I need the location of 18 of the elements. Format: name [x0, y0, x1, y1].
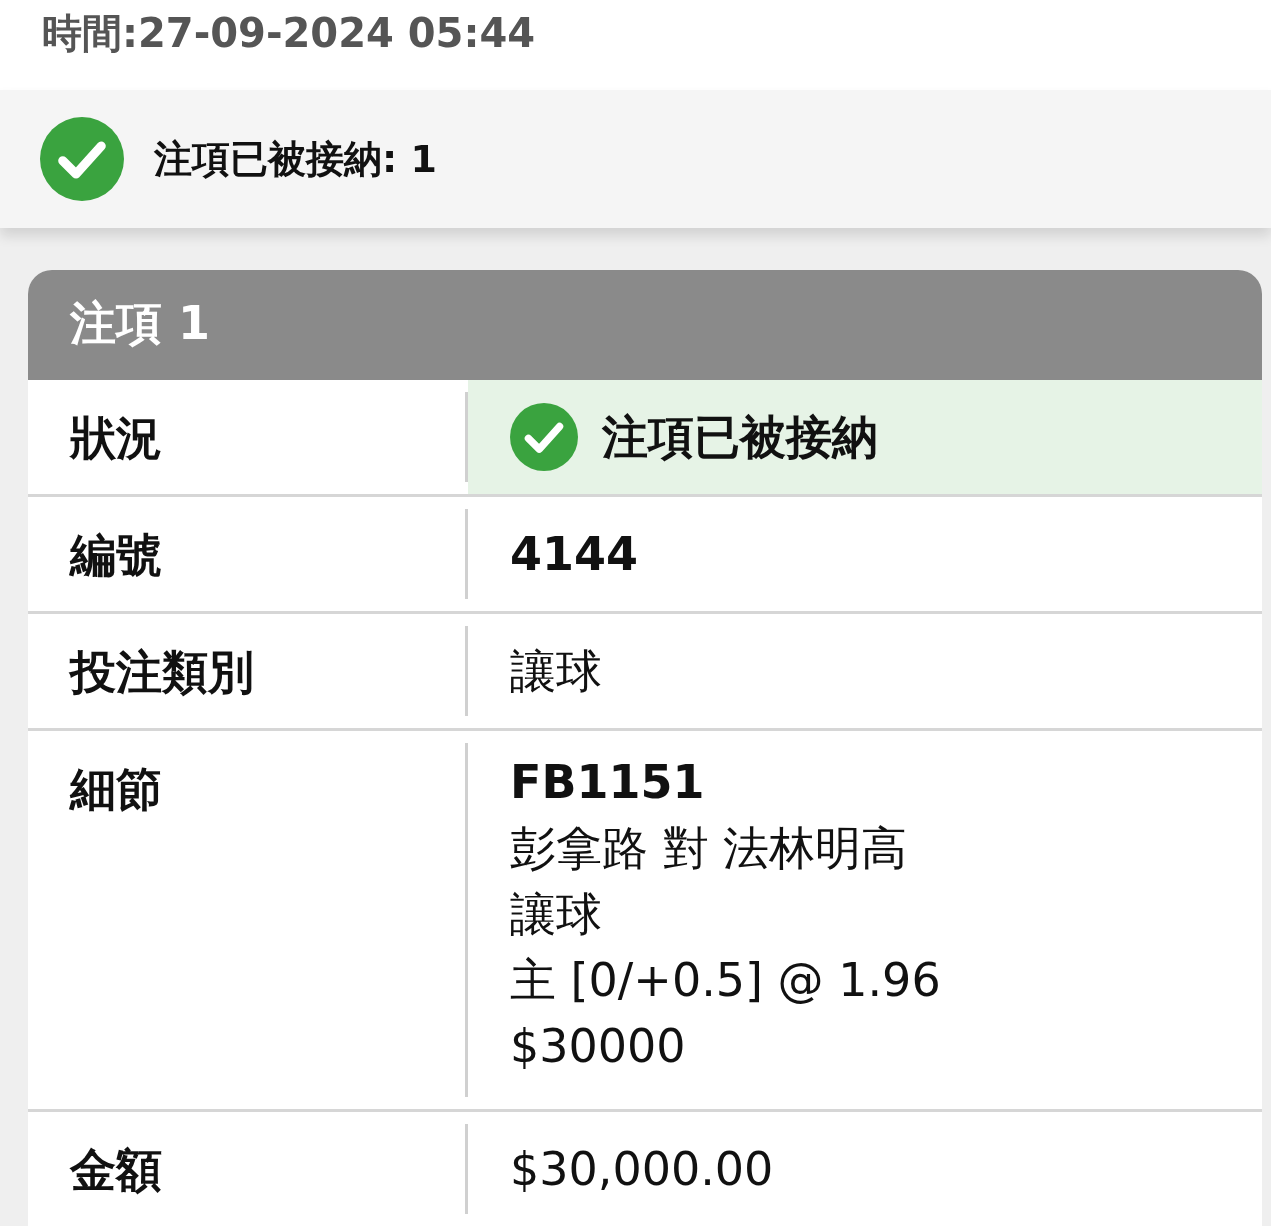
card-title: 注項 1	[28, 270, 1262, 380]
detail-line: 主 [0/+0.5] @ 1.96	[510, 952, 942, 1009]
row-value: $30,000.00	[510, 1141, 775, 1198]
check-icon	[40, 117, 124, 201]
detail-line: $30000	[510, 1018, 687, 1075]
banner-text: 注項已被接納: 1	[154, 135, 437, 183]
row-label: 編號	[28, 509, 468, 599]
row-label: 投注類別	[28, 626, 468, 716]
row-value: 4144	[510, 526, 640, 583]
detail-line: 讓球	[510, 886, 603, 943]
event-code: FB1151	[510, 754, 706, 811]
status-text: 注項已被接納	[602, 409, 878, 466]
timestamp: 時間:27-09-2024 05:44	[42, 9, 537, 58]
detail-line: 彭拿路 對 法林明高	[510, 820, 909, 877]
row-label: 細節	[28, 743, 468, 1097]
row-value: 讓球	[510, 643, 603, 700]
row-label: 金額	[28, 1124, 468, 1214]
check-icon	[510, 403, 578, 471]
